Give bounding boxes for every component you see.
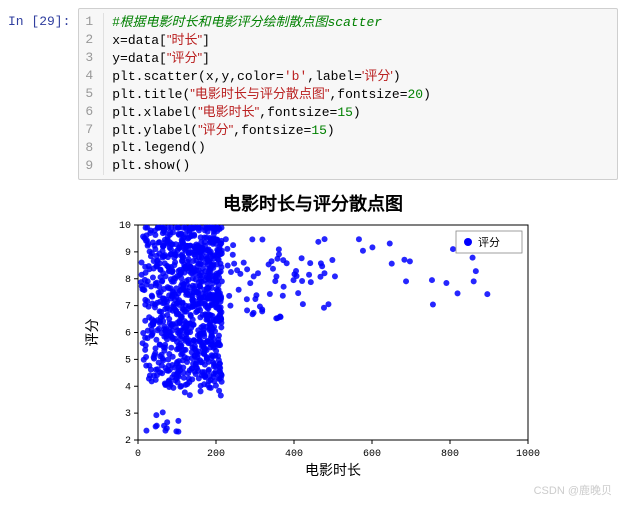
output-chart: 电影时长与评分散点图电影时长 评分 0 200 400 600 800 1000 2 3 4 5 6 7 8… — [8, 190, 618, 480]
svg-text:0: 0 — [135, 449, 141, 460]
code-cell: In [29]: 123456789 #根据电影时长和电影评分绘制散点图scat… — [8, 8, 618, 180]
svg-text:8: 8 — [125, 275, 131, 286]
svg-text:600: 600 — [363, 449, 381, 460]
line-gutter: 123456789 — [79, 13, 104, 175]
svg-text:评分: 评分 — [478, 236, 500, 249]
svg-text:2: 2 — [125, 436, 131, 447]
svg-text:6: 6 — [125, 329, 131, 340]
svg-text:5: 5 — [125, 355, 131, 366]
svg-text:1000: 1000 — [516, 449, 540, 460]
svg-text:9: 9 — [125, 248, 131, 259]
svg-text:电影时长: 电影时长 — [305, 463, 361, 479]
code-editor[interactable]: 123456789 #根据电影时长和电影评分绘制散点图scatterx=data… — [78, 8, 618, 180]
svg-text:10: 10 — [119, 221, 131, 232]
code-body: #根据电影时长和电影评分绘制散点图scatterx=data["时长"]y=da… — [104, 13, 439, 175]
svg-text:评分: 评分 — [85, 319, 101, 347]
scatter-plot: 电影时长与评分散点图电影时长 评分 0 200 400 600 800 1000 2 3 4 5 6 7 8… — [83, 190, 543, 480]
svg-text:200: 200 — [207, 449, 225, 460]
input-prompt: In [29]: — [8, 8, 78, 29]
svg-text:电影时长与评分散点图: 电影时长与评分散点图 — [223, 193, 403, 214]
svg-text:400: 400 — [285, 449, 303, 460]
svg-text:800: 800 — [441, 449, 459, 460]
svg-text:4: 4 — [125, 382, 131, 393]
svg-text:7: 7 — [125, 302, 131, 313]
watermark: CSDN @鹿晚贝 — [8, 480, 618, 500]
svg-text:3: 3 — [125, 409, 131, 420]
